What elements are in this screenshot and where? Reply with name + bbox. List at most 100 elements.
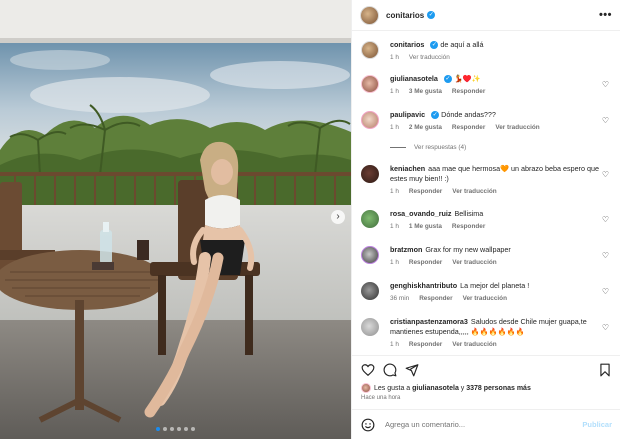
carousel-dot [163,427,167,431]
see-translation-link[interactable]: Ver traducción [452,188,496,195]
comment-text: La mejor del planeta ! [460,281,530,290]
see-translation-link[interactable]: Ver traducción [409,54,450,61]
like-comment-heart-icon[interactable]: ♡ [602,215,609,224]
photo-illustration [0,0,351,439]
likes-prefix: Les gusta a [374,384,411,392]
emoji-icon[interactable] [361,418,375,432]
comment-time: 36 min [390,295,410,302]
comment-text: Grax for my new wallpaper [425,245,511,254]
heart-icon[interactable] [361,363,375,377]
comment-time: 1 h [390,259,399,266]
likes-user[interactable]: giulianasotela [412,385,459,392]
comment-username[interactable]: genghiskhantributo [390,281,457,290]
avatar[interactable] [361,246,379,264]
verified-badge-icon: ✓ [443,75,452,84]
comment-time: 1 h [390,124,399,131]
comment-likes[interactable]: 3 Me gusta [409,88,442,95]
like-comment-heart-icon[interactable]: ♡ [602,287,609,296]
comment-username[interactable]: paulipavic [390,110,425,119]
see-translation-link[interactable]: Ver traducción [463,295,507,302]
comment-item: genghiskhantributo La mejor del planeta !… [361,281,615,302]
verified-badge-icon: ✓ [427,11,436,19]
avatar[interactable] [361,282,379,300]
like-comment-heart-icon[interactable]: ♡ [602,170,609,179]
comment-text: Bellisima [454,209,484,218]
comment-username[interactable]: keniachen [390,164,425,173]
comments-list[interactable]: conitarios ✓ de aquí a allá 1 h Ver traduc… [352,32,620,350]
reply-button[interactable]: Responder [409,341,442,348]
comment-item: rosa_ovando_ruiz Bellisima 1 h 1 Me gusta R… [361,209,615,230]
comment-time: 1 h [390,88,399,95]
caption-time: 1 h [390,54,399,61]
reply-button[interactable]: Responder [452,124,485,131]
more-options-icon[interactable]: ••• [599,9,612,21]
likes-connector: y [460,384,465,392]
post-sidebar: conitarios ✓ ••• conitarios ✓ de aquí a a… [351,0,620,439]
like-comment-heart-icon[interactable]: ♡ [602,116,609,125]
like-comment-heart-icon[interactable]: ♡ [602,251,609,260]
comment-likes[interactable]: 1 Me gusta [409,223,442,230]
reply-button[interactable]: Responder [419,295,452,302]
carousel-dot [156,427,160,431]
comment-username[interactable]: cristianpastenzamora3 [390,317,468,326]
carousel-dot [191,427,195,431]
avatar [361,383,371,393]
post-photo[interactable]: › [0,0,351,439]
comment-composer: Publicar [352,409,620,439]
comment-time: 1 h [390,341,399,348]
caption-username[interactable]: conitarios [390,40,424,49]
post-owner-username[interactable]: conitarios [386,11,424,20]
verified-badge-icon: ✓ [430,41,439,50]
post-header: conitarios ✓ ••• [352,0,620,31]
bookmark-icon[interactable] [598,363,612,377]
view-replies-label[interactable]: Ver respuestas (4) [414,144,466,151]
see-translation-link[interactable]: Ver traducción [495,124,539,131]
next-photo-button[interactable]: › [331,210,345,224]
replies-divider [390,147,406,148]
comment-item: keniachen aaa mae que hermosa🧡 un abrazo … [361,164,615,195]
comment-input[interactable] [385,420,583,429]
reply-button[interactable]: Responder [409,188,442,195]
comment-time: 1 h [390,188,399,195]
carousel-dot [184,427,188,431]
comment-icon[interactable] [383,363,397,377]
share-icon[interactable] [405,363,419,377]
avatar[interactable] [361,165,379,183]
comment-text: 💃♥️✨ [453,74,481,83]
likes-summary[interactable]: Les gusta a giulianasotela y 3378 person… [361,383,531,393]
reply-button[interactable]: Responder [452,223,485,230]
comment-username[interactable]: giulianasotela [390,74,438,83]
comment-text: Dónde andas??? [441,110,496,119]
comment-username[interactable]: bratzmon [390,245,422,254]
avatar[interactable] [361,41,379,59]
carousel-indicator [0,427,351,431]
reply-button[interactable]: Responder [409,259,442,266]
comment-item: paulipavic ✓ Dónde andas??? 1 h 2 Me gusta… [361,110,615,131]
chevron-right-icon: › [336,211,340,222]
avatar[interactable] [361,75,379,93]
caption-text: de aquí a allá [440,40,484,49]
see-translation-link[interactable]: Ver traducción [452,341,496,348]
carousel-dot [177,427,181,431]
comment-item: giulianasotela ✓ 💃♥️✨ 1 h 3 Me gusta Respon… [361,74,615,95]
comment-item: bratzmon Grax for my new wallpaper 1 h Res… [361,245,615,266]
view-replies-button[interactable]: Ver respuestas (4) [390,144,466,151]
like-comment-heart-icon[interactable]: ♡ [602,80,609,89]
caption: conitarios ✓ de aquí a allá 1 h Ver traduc… [361,40,615,61]
comment-time: 1 h [390,223,399,230]
likes-others[interactable]: 3378 personas más [466,385,531,392]
avatar[interactable] [361,210,379,228]
verified-badge-icon: ✓ [431,111,440,120]
see-translation-link[interactable]: Ver traducción [452,259,496,266]
comment-username[interactable]: rosa_ovando_ruiz [390,209,452,218]
like-comment-heart-icon[interactable]: ♡ [602,323,609,332]
carousel-dot [170,427,174,431]
avatar[interactable] [361,111,379,129]
publish-button[interactable]: Publicar [582,420,612,429]
reply-button[interactable]: Responder [452,88,485,95]
comment-item: cristianpastenzamora3 Saludos desde Chile… [361,317,615,348]
post-timestamp: Hace una hora [361,395,401,401]
avatar[interactable] [360,5,379,25]
comment-likes[interactable]: 2 Me gusta [409,124,442,131]
avatar[interactable] [361,318,379,336]
